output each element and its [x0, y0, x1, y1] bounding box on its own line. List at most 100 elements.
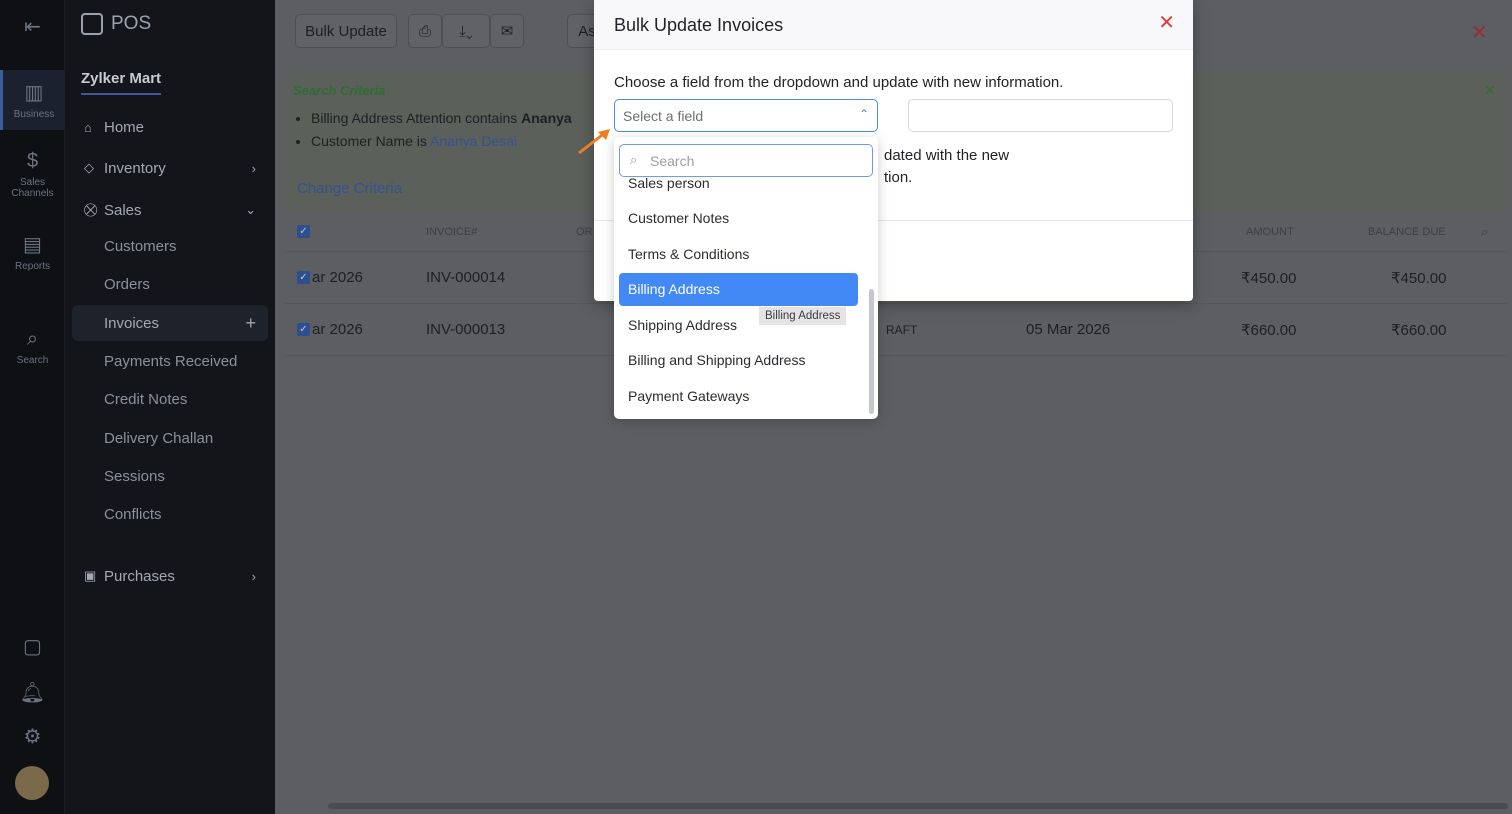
avatar[interactable]: [15, 766, 49, 800]
change-criteria-link[interactable]: Change Criteria: [297, 180, 402, 197]
sidebar-item-sessions[interactable]: Sessions: [72, 458, 268, 494]
close-criteria-icon[interactable]: ✕: [1484, 82, 1496, 99]
balance: ₹660.00: [1391, 321, 1447, 339]
sidebar-item-credit-notes[interactable]: Credit Notes: [72, 381, 268, 417]
rail-business[interactable]: ▥ Business: [0, 70, 65, 130]
pos-icon: [81, 13, 103, 35]
option-terms-conditions[interactable]: Terms & Conditions: [619, 238, 858, 271]
rail-reports[interactable]: ▤ Reports: [0, 232, 65, 272]
search-icon: ⌕: [26, 328, 39, 350]
chevron-down-icon: ⌄: [245, 202, 256, 217]
search-icon[interactable]: ⌕: [1481, 224, 1488, 240]
value-input[interactable]: [908, 99, 1173, 132]
text: Billing Address Attention contains: [311, 110, 522, 126]
criteria-title: Search Criteria: [293, 83, 386, 98]
modal-description: Choose a field from the dropdown and upd…: [614, 74, 1064, 91]
modal-title: Bulk Update Invoices: [594, 0, 1193, 50]
sidebar-item-orders[interactable]: Orders: [72, 266, 268, 302]
select-all-checkbox[interactable]: ✓: [297, 225, 310, 238]
dollar-icon: $: [26, 150, 39, 172]
chevron-right-icon: ›: [251, 160, 256, 176]
modal-note: dated with the new tion.: [884, 145, 1009, 189]
option-billing-address[interactable]: Billing Address: [619, 273, 858, 306]
label: Sales: [104, 201, 142, 219]
tag-icon: ◇: [84, 160, 94, 175]
app-rail: ⇤ ▥ Business $ Sales Channels ▤ Reports ⌕ Se…: [0, 0, 65, 814]
chart-icon: ▤: [23, 234, 42, 256]
note-line: dated with the new: [884, 147, 1010, 164]
row-checkbox[interactable]: ✓: [297, 323, 310, 336]
criteria-item: Billing Address Attention contains Anany…: [311, 110, 572, 126]
status: RAFT: [886, 322, 918, 337]
sidebar: POS Zylker Mart ⌂ Home ◇ Inventory › ⛒ Sales…: [65, 0, 275, 814]
field-dropdown: ⌕ Search Sales person Customer Notes Term…: [614, 137, 878, 419]
dropdown-search-input[interactable]: ⌕ Search: [619, 144, 873, 177]
row-checkbox[interactable]: ✓: [297, 271, 310, 284]
sidebar-item-home[interactable]: ⌂ Home: [72, 109, 268, 145]
cart-icon: ⛒: [84, 202, 98, 217]
label: Inventory: [104, 159, 166, 177]
label: Invoices: [104, 314, 160, 332]
sidebar-item-payments-received[interactable]: Payments Received: [72, 343, 268, 379]
due-date: 05 Mar 2026: [1026, 321, 1111, 338]
close-icon[interactable]: ✕: [1471, 20, 1488, 45]
sidebar-item-invoices[interactable]: Invoices +: [72, 305, 268, 341]
col-amount[interactable]: AMOUNT: [1246, 226, 1294, 238]
sidebar-item-purchases[interactable]: ▣ Purchases ›: [72, 558, 268, 594]
plus-icon[interactable]: +: [245, 313, 256, 334]
sidebar-item-inventory[interactable]: ◇ Inventory ›: [72, 150, 268, 186]
gear-icon[interactable]: ⚙: [0, 724, 65, 753]
bulk-update-button[interactable]: Bulk Update: [295, 14, 397, 48]
collapse-menu-icon[interactable]: ⇤: [0, 14, 65, 43]
sidebar-item-customers[interactable]: Customers: [72, 228, 268, 264]
sidebar-item-delivery-challan[interactable]: Delivery Challan: [72, 420, 268, 456]
note-line: tion.: [884, 169, 913, 186]
date: ar 2026: [312, 321, 363, 338]
col-invoice[interactable]: INVOICE#: [426, 226, 477, 238]
rail-search[interactable]: ⌕ Search: [0, 328, 65, 366]
download-icon[interactable]: ⤓⌄: [442, 14, 490, 48]
option-payment-gateways[interactable]: Payment Gateways: [619, 380, 858, 413]
text: Customer Name is: [311, 133, 431, 149]
chevron-up-icon: ⌃: [858, 107, 869, 121]
close-modal-icon[interactable]: ✕: [1158, 10, 1175, 35]
amount: ₹660.00: [1241, 321, 1297, 339]
field-select[interactable]: Select a field ⌃: [614, 99, 878, 132]
date: ar 2026: [312, 269, 363, 286]
bag-icon: ▣: [84, 568, 97, 583]
app-logo: POS: [81, 13, 151, 35]
rail-sales-channels[interactable]: $ Sales Channels: [0, 150, 65, 199]
col-balance[interactable]: BALANCE DUE: [1368, 226, 1446, 238]
label: Purchases: [104, 567, 175, 585]
notes-icon[interactable]: ▢: [0, 634, 65, 663]
tooltip: Billing Address: [759, 307, 847, 325]
criteria-item: Customer Name is Ananya Desai: [311, 133, 517, 149]
option-billing-shipping-address[interactable]: Billing and Shipping Address: [619, 344, 858, 377]
dropdown-scrollbar[interactable]: [869, 289, 874, 414]
table-row[interactable]: ✓ ar 2026 INV-000013 RAFT 05 Mar 2026 ₹6…: [285, 304, 1507, 356]
option-customer-notes[interactable]: Customer Notes: [619, 202, 858, 235]
home-icon: ⌂: [84, 119, 92, 135]
horizontal-scrollbar[interactable]: [328, 803, 1508, 809]
value: Ananya Desai: [430, 133, 518, 149]
amount: ₹450.00: [1241, 269, 1297, 287]
value: Ananya: [521, 110, 572, 126]
sidebar-item-sales[interactable]: ⛒ Sales ⌄: [72, 192, 268, 228]
invoice-link[interactable]: INV-000013: [426, 321, 505, 338]
rail-label: Search: [16, 355, 49, 366]
search-icon: ⌕: [630, 152, 638, 167]
sidebar-item-conflicts[interactable]: Conflicts: [72, 496, 268, 532]
invoice-link[interactable]: INV-000014: [426, 269, 505, 286]
rail-label: Reports: [14, 261, 50, 272]
pointer-arrow-icon: [578, 129, 610, 155]
mail-icon[interactable]: ✉: [490, 14, 524, 48]
rail-label: Sales Channels: [11, 177, 54, 199]
placeholder: Select a field: [623, 108, 704, 124]
print-icon[interactable]: ⎙: [408, 14, 442, 48]
org-name[interactable]: Zylker Mart: [81, 70, 162, 95]
bell-icon[interactable]: 🔔︎: [0, 680, 65, 709]
balance: ₹450.00: [1391, 269, 1447, 287]
label: Home: [104, 118, 145, 136]
col-order[interactable]: OR: [576, 226, 593, 238]
placeholder: Search: [650, 153, 695, 169]
